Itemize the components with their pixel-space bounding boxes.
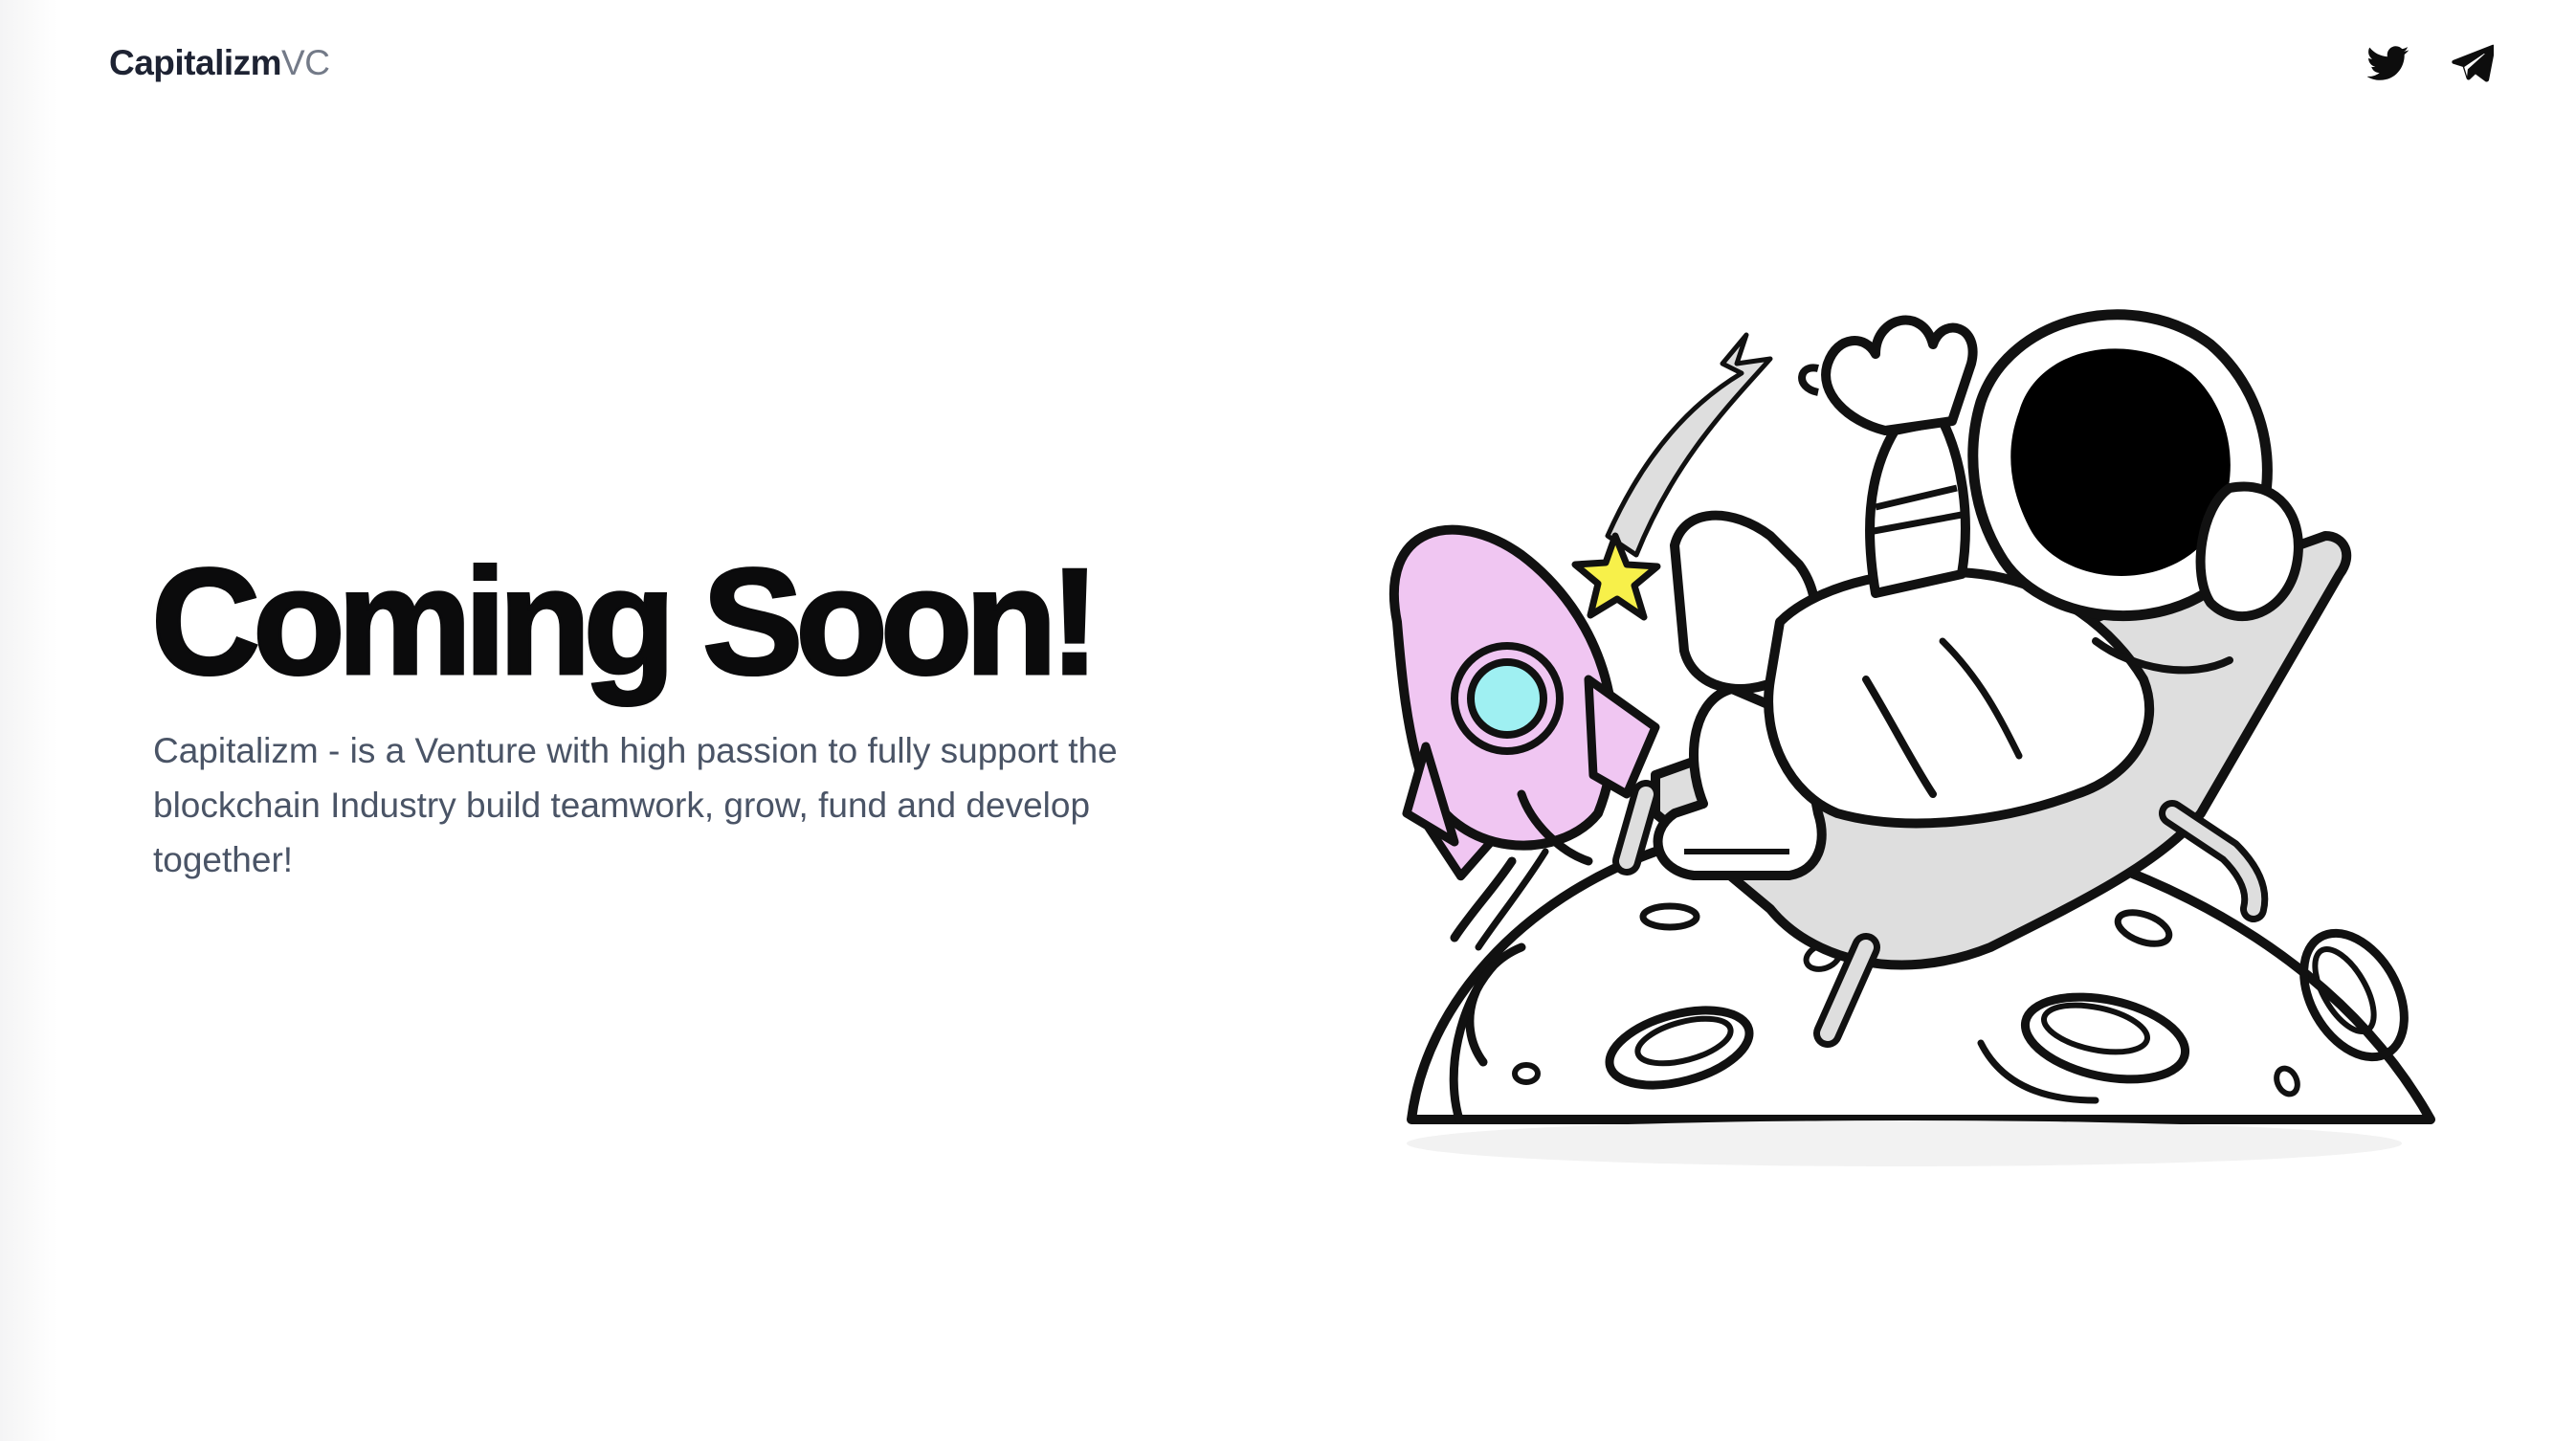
site-header: CapitalizmVC [0,0,2576,128]
logo[interactable]: CapitalizmVC [109,40,330,86]
page-title: Coming Soon! [150,538,1101,706]
twitter-icon [2367,46,2409,80]
astronaut-illustration [1368,277,2450,1186]
logo-wordmark: Capitalizm [109,43,282,82]
astronaut-on-moon-image [1388,309,2435,1166]
hero-description: Capitalizm - is a Venture with high pass… [153,731,1118,879]
telegram-link[interactable] [2452,42,2494,84]
logo-suffix: VC [281,43,330,82]
telegram-icon [2452,44,2494,82]
hero: Coming Soon! Capitalizm - is a Venture w… [150,538,1242,887]
social-links [2367,42,2494,84]
twitter-link[interactable] [2367,42,2409,84]
page: CapitalizmVC Coming Soon! Capitalizm - i… [0,0,2576,1441]
